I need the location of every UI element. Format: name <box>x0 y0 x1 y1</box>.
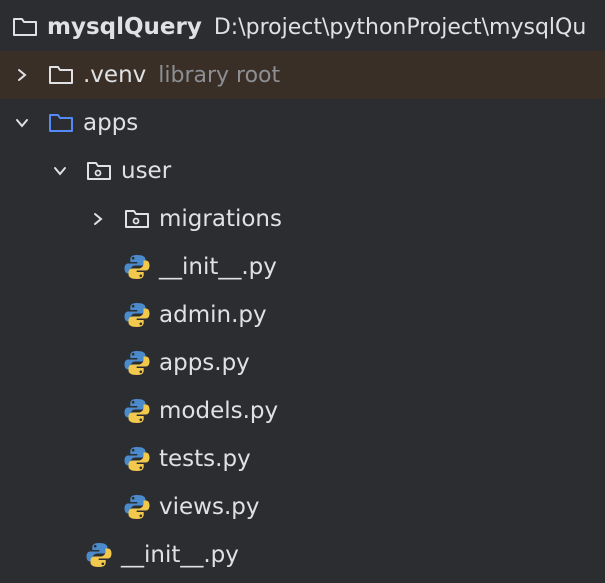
tree-item-file[interactable]: admin.py <box>0 291 605 339</box>
tree-item-user[interactable]: user <box>0 147 605 195</box>
tree-item-file[interactable]: views.py <box>0 483 605 531</box>
package-folder-icon <box>84 156 114 186</box>
tree-item-label: __init__.py <box>159 254 277 280</box>
tree-item-file[interactable]: __init__.py <box>0 243 605 291</box>
folder-icon <box>10 12 40 42</box>
python-file-icon <box>122 348 152 378</box>
tree-item-migrations[interactable]: migrations <box>0 195 605 243</box>
chevron-down-icon[interactable] <box>10 111 34 135</box>
tree-item-label: admin.py <box>159 302 267 328</box>
project-path: D:\project\pythonProject\mysqlQu <box>213 14 587 40</box>
folder-icon <box>46 60 76 90</box>
tree-item-apps[interactable]: apps <box>0 99 605 147</box>
tree-item-label: migrations <box>159 206 282 232</box>
tree-item-label: apps.py <box>159 350 250 376</box>
tree-item-label: user <box>121 158 172 184</box>
package-folder-icon <box>122 204 152 234</box>
tree-item-file[interactable]: tests.py <box>0 435 605 483</box>
tree-item-label: views.py <box>159 494 260 520</box>
tree-item-label: __init__.py <box>121 542 239 568</box>
python-file-icon <box>122 300 152 330</box>
tree-item-venv[interactable]: .venv library root <box>0 51 605 99</box>
tree-item-label: apps <box>83 110 139 136</box>
chevron-right-icon[interactable] <box>86 207 110 231</box>
python-file-icon <box>84 540 114 570</box>
tree-item-file[interactable]: models.py <box>0 387 605 435</box>
tree-item-label: models.py <box>159 398 279 424</box>
python-file-icon <box>122 444 152 474</box>
python-file-icon <box>122 396 152 426</box>
chevron-right-icon[interactable] <box>10 63 34 87</box>
project-tree: mysqlQuery D:\project\pythonProject\mysq… <box>0 0 605 583</box>
tree-item-label: tests.py <box>159 446 251 472</box>
python-file-icon <box>122 252 152 282</box>
project-root-row[interactable]: mysqlQuery D:\project\pythonProject\mysq… <box>0 3 605 51</box>
project-name: mysqlQuery <box>47 14 202 40</box>
tree-item-file[interactable]: __init__.py <box>0 531 605 579</box>
python-file-icon <box>122 492 152 522</box>
tree-item-file[interactable]: apps.py <box>0 339 605 387</box>
tree-item-label: .venv <box>83 62 147 88</box>
folder-icon <box>46 108 76 138</box>
chevron-down-icon[interactable] <box>48 159 72 183</box>
library-root-hint: library root <box>158 62 281 88</box>
